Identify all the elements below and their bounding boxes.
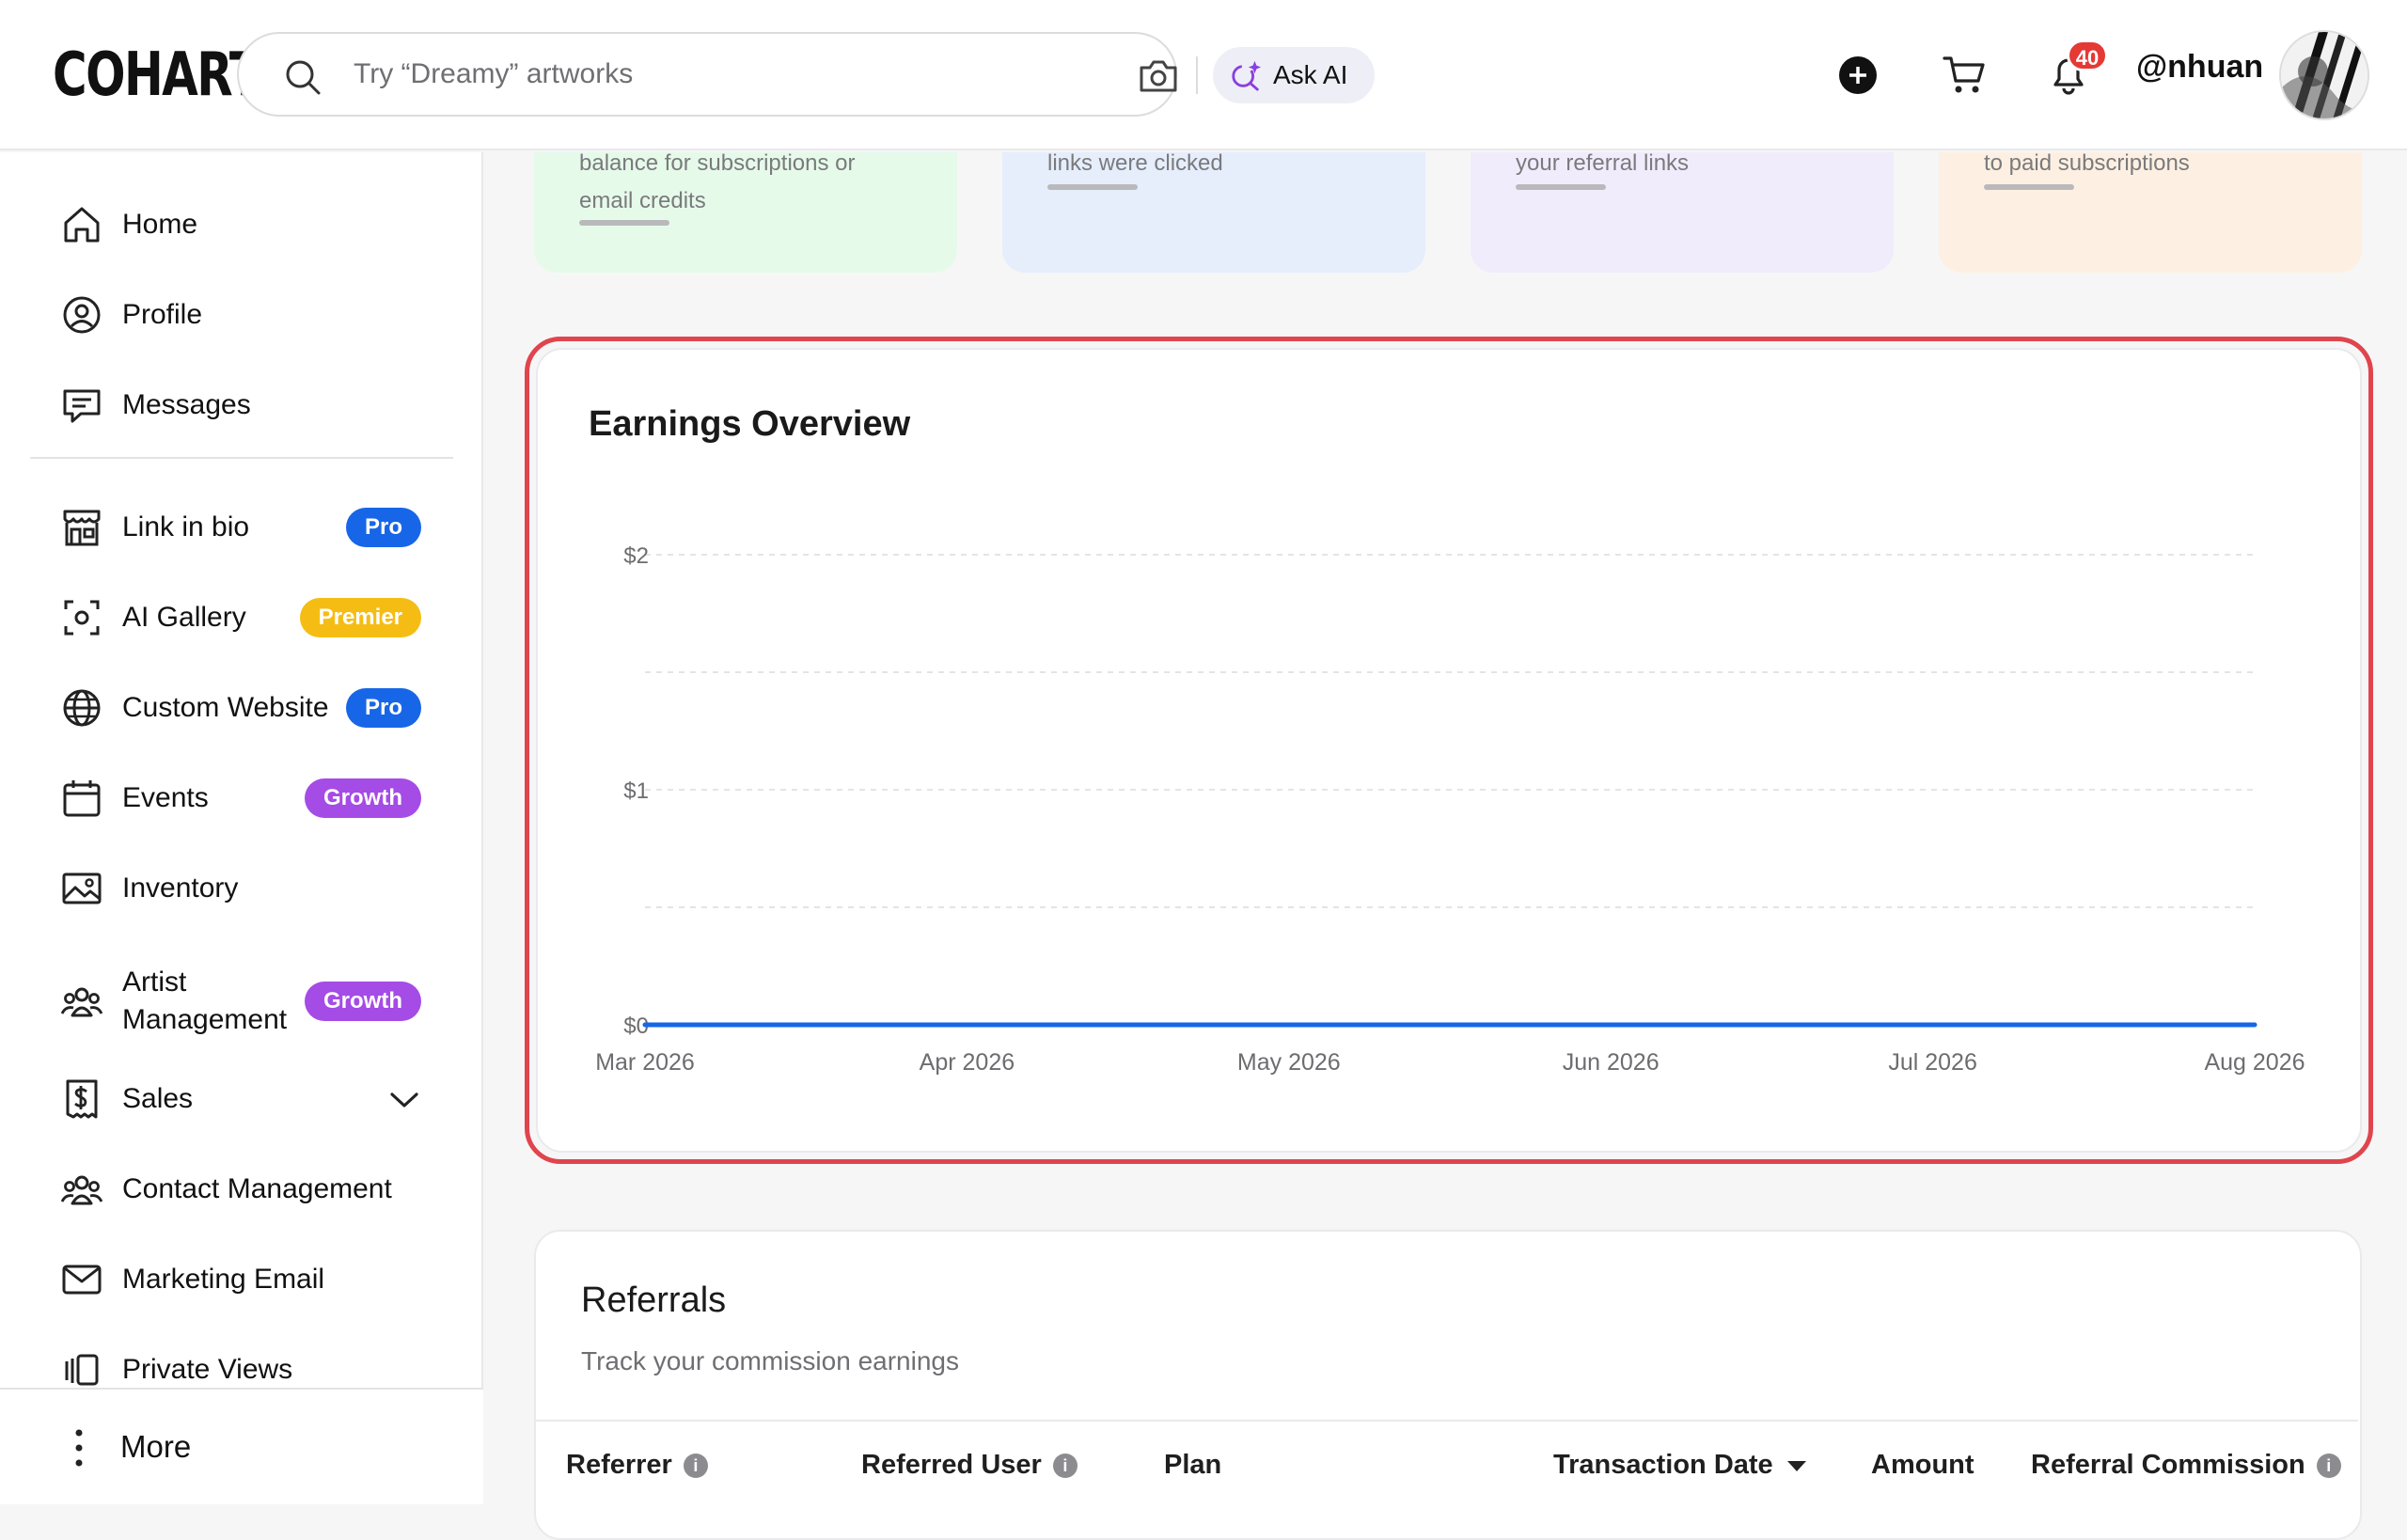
avatar[interactable] <box>2279 30 2369 120</box>
sidebar-item-artist-management[interactable]: Artist Management Growth <box>60 959 427 1044</box>
premier-badge: Premier <box>299 598 421 637</box>
users-icon <box>60 987 103 1017</box>
y-tick-label: $1 <box>623 778 649 804</box>
stat-card-referral-links: your referral links <box>1471 150 1894 273</box>
sidebar-item-label: Messages <box>122 389 251 420</box>
sidebar-item-label: Marketing Email <box>122 1264 325 1295</box>
stat-text: links were clicked <box>1047 150 1223 176</box>
username[interactable]: @nhuan <box>2136 49 2263 86</box>
sidebar-divider <box>30 457 453 459</box>
search-icon <box>286 60 321 95</box>
views-icon <box>65 1354 99 1386</box>
sidebar-item-marketing-email[interactable]: Marketing Email <box>60 1247 427 1312</box>
dollar-icon <box>66 1079 98 1119</box>
stat-loading-bar <box>1984 184 2074 190</box>
sidebar-item-label: Inventory <box>122 872 239 904</box>
info-icon[interactable]: i <box>683 1453 708 1478</box>
sort-down-icon[interactable] <box>1785 1457 1809 1474</box>
sidebar-item-custom-website[interactable]: Custom Website Pro <box>60 675 427 741</box>
x-tick-label: Apr 2026 <box>920 1049 1015 1076</box>
ask-ai-button[interactable]: Ask AI <box>1213 47 1375 103</box>
sidebar-more[interactable]: More <box>0 1388 483 1504</box>
info-icon[interactable]: i <box>2316 1453 2341 1478</box>
ai-sparkle-icon <box>1232 60 1262 91</box>
sidebar-item-label: Sales <box>122 1083 194 1114</box>
mail-icon <box>62 1265 102 1295</box>
x-tick-label: Mar 2026 <box>595 1049 695 1076</box>
sidebar-item-label: Private Views <box>122 1354 293 1385</box>
stat-loading-bar <box>1047 184 1138 190</box>
col-referrer[interactable]: Referrer i <box>566 1450 708 1481</box>
sidebar-item-label: Contact Management <box>122 1173 392 1204</box>
sidebar-item-label: AI Gallery <box>122 602 246 633</box>
cart-icon[interactable] <box>1943 55 1986 96</box>
col-referred-user[interactable]: Referred User i <box>861 1450 1078 1481</box>
profile-icon <box>63 296 101 334</box>
stat-card-clicks: links were clicked <box>1002 150 1425 273</box>
camera-icon[interactable] <box>1138 58 1179 94</box>
search-input[interactable]: Try “Dreamy” artworks <box>354 34 633 115</box>
stat-text: to paid subscriptions <box>1984 150 2190 176</box>
stat-text: your referral links <box>1516 150 1690 176</box>
sidebar-item-label: Link in bio <box>122 511 250 542</box>
chevron-down-icon[interactable] <box>389 1087 419 1111</box>
top-header: COHART Try “Dreamy” artworks Ask AI 40 @… <box>0 0 2407 150</box>
x-tick-label: Jun 2026 <box>1563 1049 1660 1076</box>
referrals-subtitle: Track your commission earnings <box>581 1346 959 1375</box>
users-icon <box>60 1175 103 1205</box>
store-icon <box>63 510 101 546</box>
avatar-image <box>2281 32 2368 118</box>
home-icon <box>64 207 100 243</box>
sidebar-item-messages[interactable]: Messages <box>60 372 427 438</box>
sidebar-item-ai-gallery[interactable]: AI Gallery Premier <box>60 585 427 651</box>
notification-badge: 40 <box>2067 39 2108 71</box>
stat-loading-bar <box>1516 184 1606 190</box>
more-vertical-icon <box>75 1429 83 1467</box>
growth-badge: Growth <box>305 982 421 1021</box>
y-tick-label: $2 <box>623 543 649 569</box>
x-tick-label: Aug 2026 <box>2204 1049 2305 1076</box>
sidebar-item-label: Events <box>122 782 209 813</box>
stat-card-paid-subscriptions: to paid subscriptions <box>1939 150 2362 273</box>
sidebar-item-label: Custom Website <box>122 692 329 723</box>
scan-icon <box>64 600 100 636</box>
sidebar-item-label: Home <box>122 209 198 240</box>
more-label: More <box>120 1429 192 1464</box>
sidebar-item-contact-management[interactable]: Contact Management <box>60 1156 427 1222</box>
ask-ai-label: Ask AI <box>1273 60 1348 89</box>
stat-loading-bar <box>579 220 669 226</box>
add-icon[interactable] <box>1839 56 1877 94</box>
calendar-icon <box>63 780 101 817</box>
sidebar-item-label: Profile <box>122 299 203 330</box>
sidebar-item-profile[interactable]: Profile <box>60 282 427 348</box>
col-plan[interactable]: Plan <box>1164 1450 1221 1481</box>
stat-text: balance for subscriptions or email credit… <box>579 150 856 213</box>
messages-icon <box>63 389 101 423</box>
x-tick-label: May 2026 <box>1237 1049 1341 1076</box>
col-transaction-date[interactable]: Transaction Date <box>1553 1450 1809 1481</box>
earnings-chart: $0$1$2Mar 2026 Apr 2026 May 2026 Jun 2026 Ju… <box>595 543 2305 1076</box>
globe-icon <box>63 689 101 727</box>
sidebar-item-link-in-bio[interactable]: Link in bio Pro <box>60 495 427 560</box>
sidebar-item-sales[interactable]: Sales <box>60 1066 427 1132</box>
referrals-title: Referrals <box>581 1281 727 1320</box>
x-tick-label: Jul 2026 <box>1888 1049 1977 1076</box>
sidebar-item-label: Artist Management <box>122 966 288 1035</box>
col-referral-commission[interactable]: Referral Commission i <box>2031 1450 2341 1481</box>
search-divider <box>1196 56 1198 94</box>
pro-badge: Pro <box>345 508 421 547</box>
sidebar: Home Profile Messages Link in bio Pro AI… <box>0 152 483 1504</box>
stat-card-credits: balance for subscriptions or email credit… <box>534 150 957 273</box>
image-icon <box>62 872 102 904</box>
info-icon[interactable]: i <box>1052 1453 1078 1478</box>
pro-badge: Pro <box>345 688 421 728</box>
cohart-logo[interactable]: COHART <box>53 40 261 110</box>
sidebar-item-events[interactable]: Events Growth <box>60 765 427 831</box>
earnings-title: Earnings Overview <box>589 404 911 444</box>
sidebar-item-inventory[interactable]: Inventory <box>60 856 427 921</box>
growth-badge: Growth <box>305 778 421 818</box>
col-amount[interactable]: Amount <box>1871 1450 1974 1481</box>
sidebar-item-home[interactable]: Home <box>60 192 427 258</box>
search-bar[interactable]: Try “Dreamy” artworks Ask AI <box>237 32 1375 117</box>
